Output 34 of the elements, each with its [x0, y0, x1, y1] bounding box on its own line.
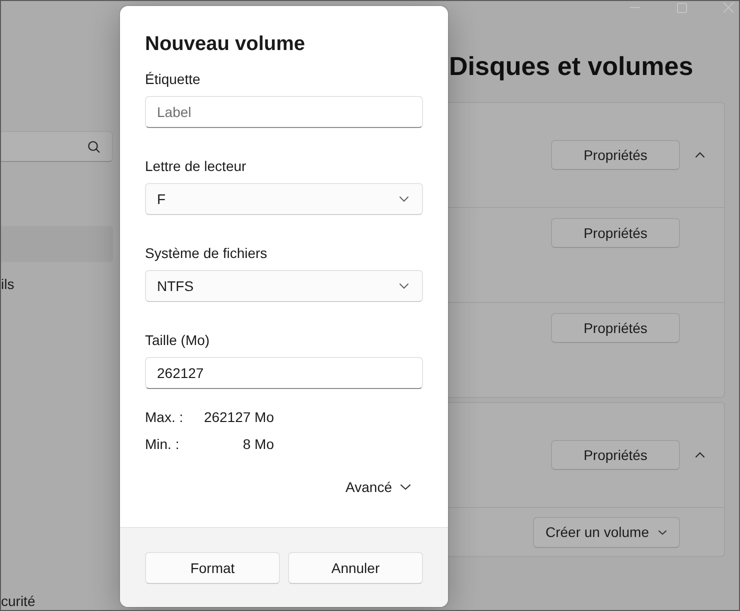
properties-button[interactable]: Propriétés — [551, 140, 680, 170]
nav-item[interactable]: ils — [1, 274, 14, 294]
properties-button[interactable]: Propriétés — [551, 218, 680, 248]
advanced-button[interactable]: Avancé — [338, 471, 423, 503]
dropdown[interactable]: NTFS — [145, 270, 423, 302]
page-title: Disques et volumes — [449, 50, 694, 83]
cancel-button[interactable]: Annuler — [288, 552, 423, 584]
field-label: Taille (Mo) — [145, 331, 210, 350]
text-field[interactable]: Label — [145, 96, 423, 128]
field-label: Lettre de lecteur — [145, 157, 246, 176]
limit-label: Max. : — [145, 408, 184, 427]
dialog-title: Nouveau volume — [145, 32, 306, 57]
nav-item[interactable]: curité — [1, 592, 36, 610]
chevron-down-icon — [658, 530, 667, 534]
chevron-up-icon[interactable] — [695, 452, 705, 458]
search-icon — [88, 140, 100, 152]
create-volume-button[interactable]: Créer un volume — [532, 516, 680, 548]
chevron-down-icon — [399, 283, 409, 289]
limit-label: Min. : — [145, 435, 180, 454]
field-label: Système de fichiers — [145, 244, 268, 263]
limit-value: 262127 Mo — [204, 408, 274, 427]
limit-value: 8 Mo — [242, 435, 274, 454]
text-field[interactable]: 262127 — [145, 357, 423, 389]
field-label: Étiquette — [145, 70, 200, 89]
format-button[interactable]: Format — [145, 552, 280, 584]
nav-item[interactable] — [1, 226, 113, 262]
properties-button[interactable]: Propriétés — [551, 440, 680, 470]
search-field[interactable] — [1, 131, 113, 162]
maximize-icon[interactable] — [677, 3, 687, 13]
chevron-down-icon — [399, 196, 409, 202]
dropdown[interactable]: F — [145, 183, 423, 215]
close-icon[interactable] — [723, 2, 734, 13]
properties-button[interactable]: Propriétés — [551, 313, 680, 343]
chevron-up-icon[interactable] — [695, 152, 705, 158]
